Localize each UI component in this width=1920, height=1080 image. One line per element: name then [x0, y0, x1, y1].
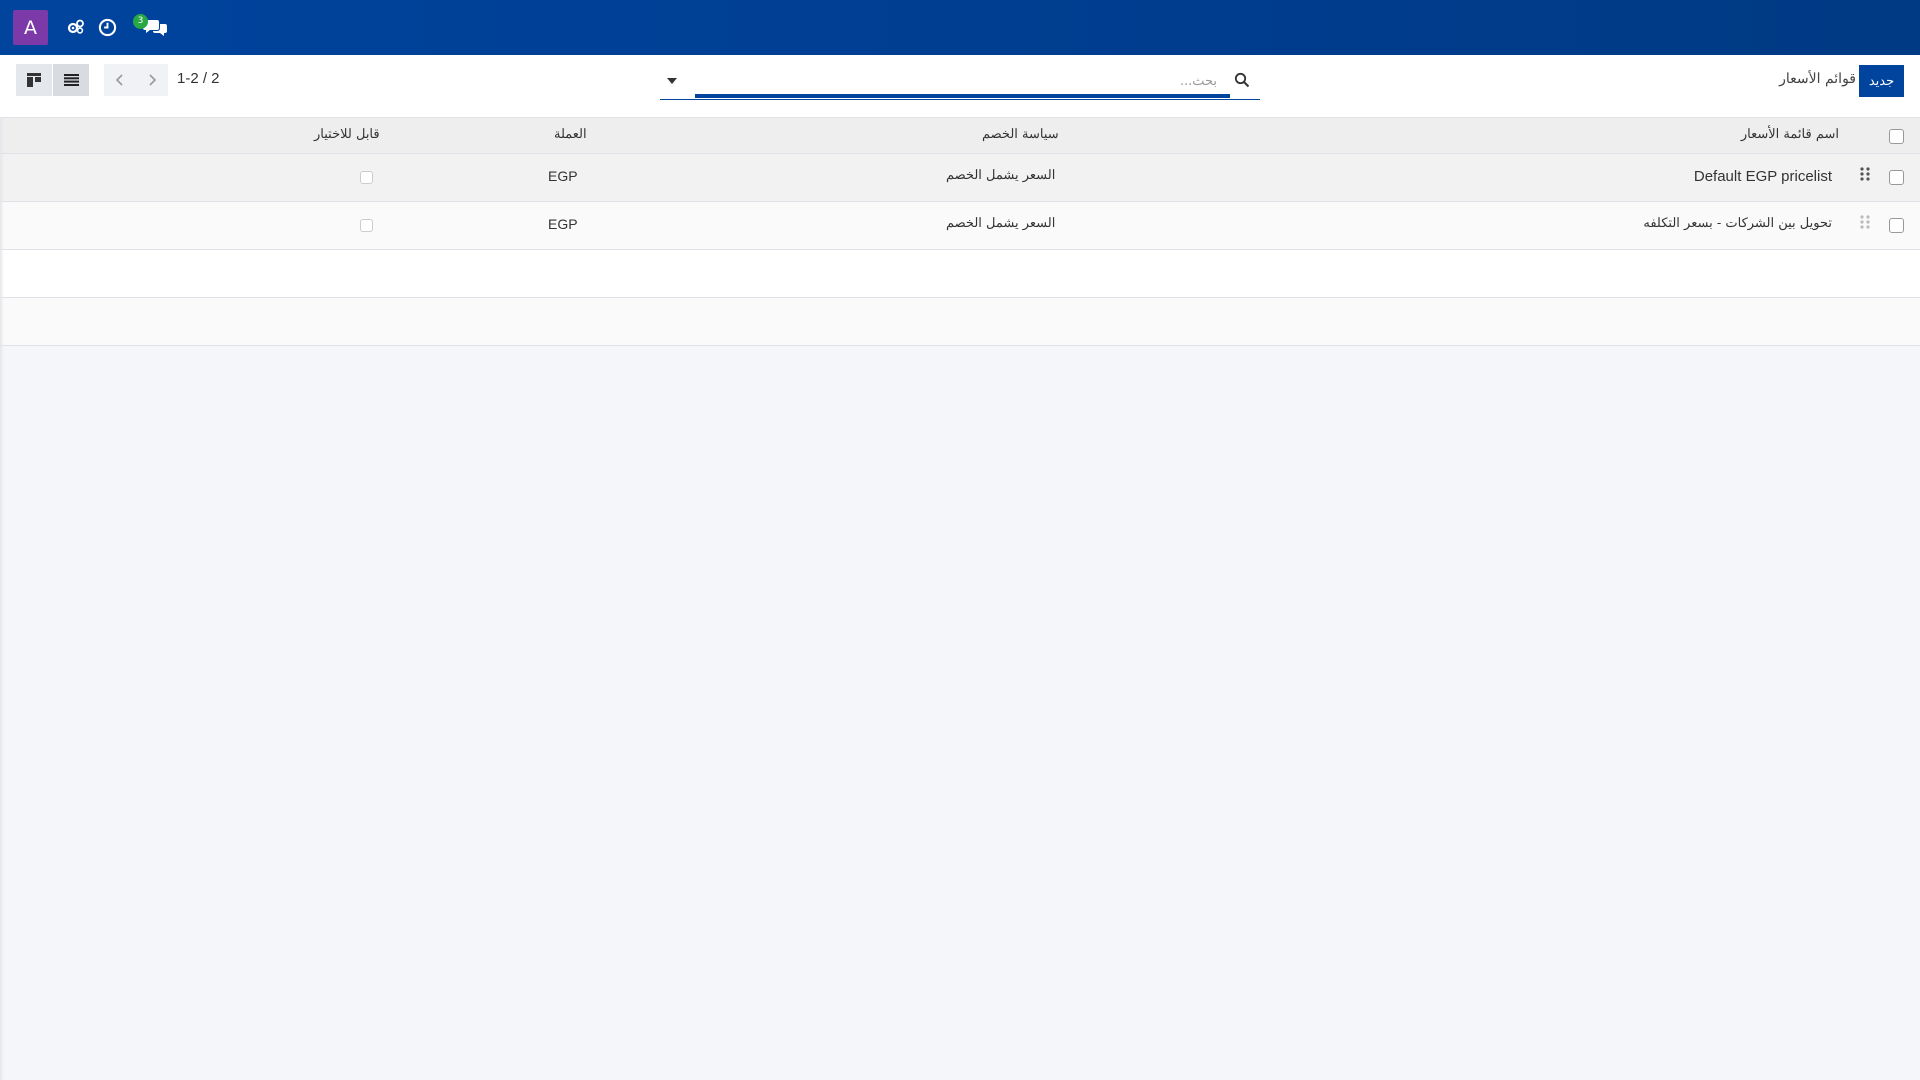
pricelist-name: تحويل بين الشركات - بسعر التكلفه	[1643, 216, 1832, 231]
search-input[interactable]	[695, 70, 1217, 92]
discount-policy: السعر يشمل الخصم	[946, 168, 1056, 183]
chevron-right-icon	[149, 74, 157, 86]
new-button[interactable]: جديد	[1859, 65, 1904, 97]
left-edge-shadow	[0, 117, 4, 1080]
select-all-checkbox[interactable]	[1889, 129, 1904, 144]
drag-handle-icon[interactable]	[1859, 213, 1871, 233]
currency: EGP	[548, 168, 578, 184]
selectable-checkbox	[360, 219, 373, 232]
list-icon	[63, 74, 79, 86]
currency: EGP	[548, 216, 578, 232]
top-navbar: A 3	[0, 0, 1920, 55]
drag-handle-icon[interactable]	[1859, 165, 1871, 185]
table-row[interactable]: Default EGP pricelist السعر يشمل الخصم E…	[0, 154, 1920, 202]
pager-value[interactable]: 1-2 / 2	[177, 70, 220, 87]
user-avatar[interactable]: A	[13, 10, 48, 45]
kanban-icon	[27, 73, 41, 87]
caret-down-icon	[667, 78, 677, 84]
table-row[interactable]: تحويل بين الشركات - بسعر التكلفه السعر ي…	[0, 202, 1920, 250]
column-header-discount-policy[interactable]: سياسة الخصم	[982, 127, 1059, 142]
chat-badge: 3	[133, 14, 148, 29]
pager-next-button[interactable]	[136, 64, 168, 96]
kanban-view-button[interactable]	[16, 64, 52, 96]
empty-row	[0, 298, 1920, 346]
search-icon[interactable]	[1234, 72, 1252, 90]
list-view-button[interactable]	[53, 64, 89, 96]
row-checkbox[interactable]	[1889, 218, 1904, 233]
search-options-toggle[interactable]	[662, 71, 682, 91]
table-header: اسم قائمة الأسعار سياسة الخصم العملة قاب…	[0, 117, 1920, 154]
gears-icon[interactable]	[64, 15, 88, 39]
pricelist-table: اسم قائمة الأسعار سياسة الخصم العملة قاب…	[0, 117, 1920, 346]
breadcrumb: قوائم الأسعار	[1779, 71, 1856, 87]
discount-policy: السعر يشمل الخصم	[946, 216, 1056, 231]
pager-previous-button[interactable]	[104, 64, 136, 96]
chevron-left-icon	[115, 74, 123, 86]
column-header-name[interactable]: اسم قائمة الأسعار	[1741, 127, 1839, 142]
search-input-underline	[695, 94, 1230, 98]
selectable-checkbox	[360, 171, 373, 184]
empty-row	[0, 250, 1920, 298]
column-header-currency[interactable]: العملة	[554, 127, 587, 142]
search-bar	[660, 66, 1260, 100]
pricelist-name: Default EGP pricelist	[1693, 168, 1832, 185]
control-panel: 1-2 / 2 قوائم الأسعار جديد	[0, 55, 1920, 117]
clock-icon[interactable]	[95, 15, 119, 39]
row-checkbox[interactable]	[1889, 170, 1904, 185]
column-header-selectable[interactable]: قابل للاختيار	[314, 127, 380, 142]
